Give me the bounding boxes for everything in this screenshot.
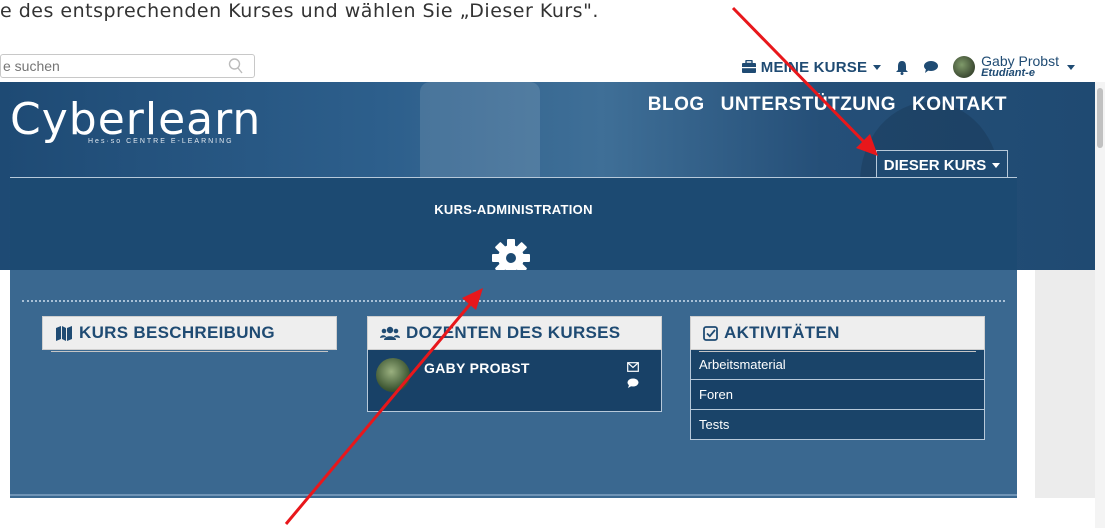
card-header: AKTIVITÄTEN (690, 316, 985, 352)
nav-contact[interactable]: KONTAKT (912, 94, 1007, 116)
teacher-name[interactable]: GABY PROBST (424, 360, 530, 376)
card-header: KURS BESCHREIBUNG (42, 316, 337, 352)
scrollbar[interactable] (1095, 82, 1105, 528)
nav-support[interactable]: UNTERSTÜTZUNG (721, 94, 896, 116)
mail-icon[interactable] (627, 362, 639, 372)
main-navigation: BLOG UNTERSTÜTZUNG KONTAKT (648, 94, 1007, 116)
chat-icon[interactable] (923, 60, 939, 74)
activities-card: AKTIVITÄTEN Arbeitsmaterial Foren Tests (690, 316, 985, 440)
briefcase-icon (741, 60, 756, 73)
teachers-card: DOZENTEN DES KURSES GABY PROBST (367, 316, 662, 412)
side-background (1035, 270, 1095, 498)
footer-divider (10, 494, 1017, 496)
avatar (376, 358, 410, 392)
this-course-menu[interactable]: DIESER KURS (876, 150, 1008, 180)
nav-blog[interactable]: BLOG (648, 94, 705, 116)
utility-bar: MEINE KURSE Gaby Probst Etudiant-e (0, 52, 1095, 82)
search-icon[interactable] (228, 57, 244, 75)
course-admin-panel: KURS-ADMINISTRATION (10, 177, 1017, 277)
chevron-down-icon (1067, 64, 1075, 70)
my-courses-menu[interactable]: MEINE KURSE (741, 58, 882, 76)
avatar (953, 56, 976, 78)
chevron-down-icon (873, 64, 882, 70)
banner-photo-shape (420, 82, 540, 192)
card-title: DOZENTEN DES KURSES (406, 323, 621, 342)
teacher-row: GABY PROBST (367, 350, 662, 412)
search-input[interactable] (1, 55, 216, 77)
card-header: DOZENTEN DES KURSES (367, 316, 662, 352)
my-courses-label: MEINE KURSE (760, 58, 868, 76)
user-name: Gaby Probst (981, 53, 1059, 69)
instruction-caption: e des entsprechenden Kurses und wählen S… (0, 0, 599, 22)
logo-subtitle: Hes·so CENTRE E-LEARNING (88, 138, 234, 145)
bell-icon[interactable] (895, 60, 909, 75)
scrollbar-thumb[interactable] (1097, 88, 1103, 148)
top-navigation: MEINE KURSE Gaby Probst Etudiant-e (741, 54, 1075, 80)
user-menu[interactable]: Gaby Probst Etudiant-e (953, 53, 1075, 79)
course-description-card: KURS BESCHREIBUNG (42, 316, 337, 352)
chevron-down-icon (992, 163, 1001, 168)
map-icon (56, 325, 72, 341)
dotted-divider (22, 300, 1005, 302)
card-title: KURS BESCHREIBUNG (79, 323, 275, 342)
users-icon (380, 326, 400, 340)
card-title: AKTIVITÄTEN (724, 323, 840, 342)
admin-title: KURS-ADMINISTRATION (434, 202, 593, 217)
checkbox-icon (703, 325, 718, 341)
this-course-label: DIESER KURS (883, 157, 987, 174)
activity-item-tests[interactable]: Tests (690, 410, 985, 440)
search-box[interactable] (0, 54, 255, 78)
course-content-panel: KURS BESCHREIBUNG DOZENTEN DES KURSES GA… (10, 270, 1017, 498)
activity-item-forums[interactable]: Foren (690, 380, 985, 410)
activity-item-material[interactable]: Arbeitsmaterial (690, 350, 985, 380)
chat-icon[interactable] (627, 378, 639, 388)
